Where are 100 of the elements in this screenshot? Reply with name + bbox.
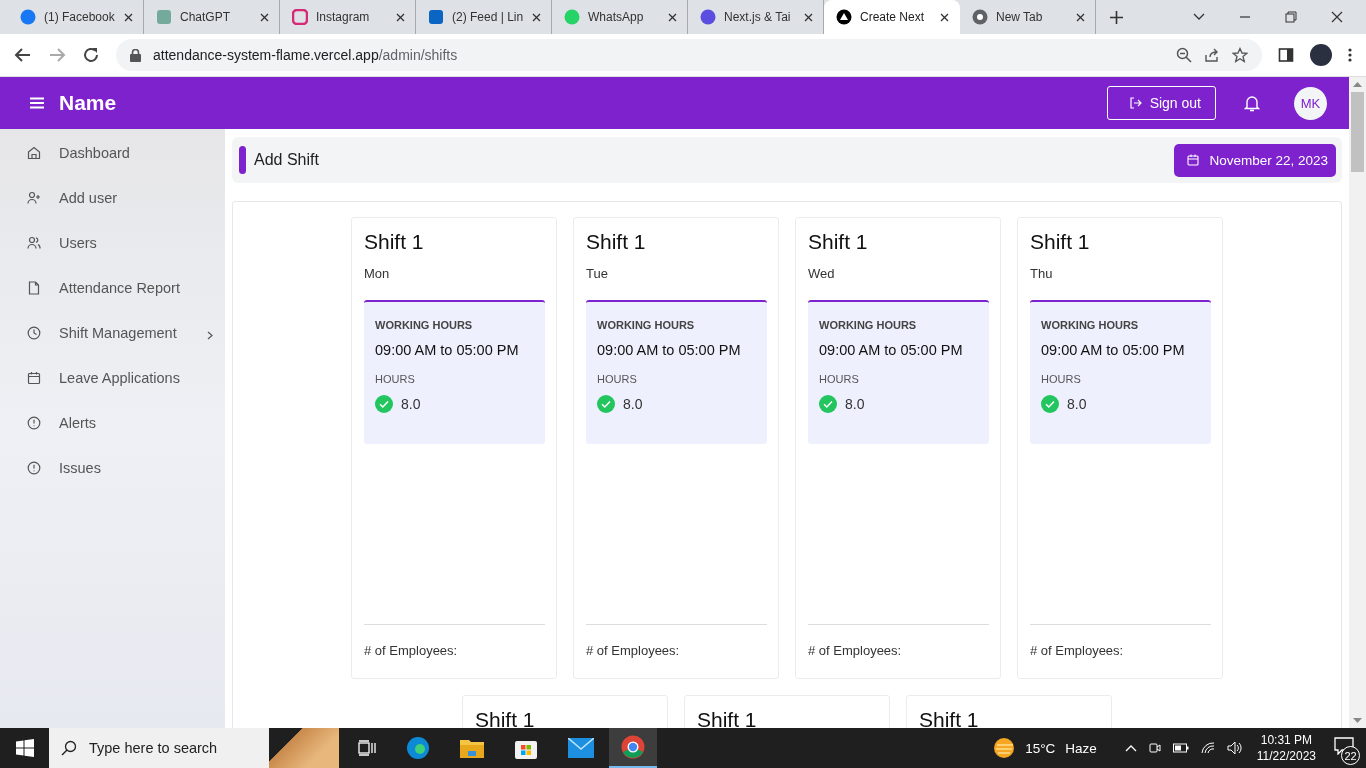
alert-icon: [27, 415, 41, 430]
close-icon[interactable]: [1076, 12, 1085, 22]
brand-name: Name: [59, 91, 117, 115]
chrome-icon: [621, 735, 645, 759]
sidebar-item[interactable]: Users: [0, 220, 225, 265]
more-menu-icon[interactable]: [1348, 47, 1352, 63]
profile-avatar[interactable]: [1310, 44, 1332, 66]
close-icon[interactable]: [804, 12, 813, 22]
address-field[interactable]: attendance-system-flame.vercel.app/admin/shifts: [116, 39, 1262, 71]
folder-icon[interactable]: [460, 738, 484, 758]
calendar-icon: [27, 370, 41, 385]
back-arrow-icon[interactable]: [14, 46, 32, 64]
sidebar-item[interactable]: Leave Applications: [0, 355, 225, 400]
date-button[interactable]: November 22, 2023: [1174, 143, 1336, 177]
weather-sun-icon: [993, 737, 1016, 759]
favicon-icon: [156, 9, 172, 25]
scroll-down-icon[interactable]: [1353, 718, 1362, 723]
user-plus-icon: [27, 190, 41, 205]
hours-label: HOURS: [819, 373, 860, 385]
close-icon[interactable]: [668, 12, 677, 22]
user-avatar[interactable]: MK: [1294, 86, 1327, 120]
clock-date[interactable]: 11/22/2023: [1256, 749, 1316, 763]
windows-start-icon[interactable]: [16, 739, 34, 757]
close-icon[interactable]: [532, 12, 541, 22]
users-icon: [27, 235, 41, 250]
mail-icon[interactable]: [568, 738, 594, 758]
hours-label: HOURS: [375, 373, 416, 385]
hours-label: HOURS: [597, 373, 638, 385]
shift-title: Shift 1: [586, 230, 647, 254]
check-circle-icon: [1041, 395, 1059, 413]
star-icon[interactable]: [1232, 47, 1248, 63]
speaker-icon[interactable]: [1226, 741, 1243, 755]
edge-browser-icon[interactable]: [406, 736, 430, 760]
sidebar-item[interactable]: Add user: [0, 175, 225, 220]
sidebar-item[interactable]: Dashboard: [0, 130, 225, 175]
scrollbar-thumb[interactable]: [1351, 92, 1364, 172]
working-hours-label: WORKING HOURS: [819, 319, 918, 331]
scroll-up-icon[interactable]: [1353, 82, 1362, 87]
hours-value: 8.0: [845, 396, 865, 412]
hours-value: 8.0: [623, 396, 643, 412]
favicon-icon: [564, 9, 580, 25]
shift-title: Shift 1: [808, 230, 869, 254]
new-tab-icon[interactable]: [1110, 10, 1123, 24]
sidebar-item[interactable]: Shift Management: [0, 310, 225, 355]
notification-count: 22: [1341, 746, 1360, 765]
shift-title: Shift 1: [364, 230, 425, 254]
working-hours-text: 09:00 AM to 05:00 PM: [1041, 342, 1186, 358]
employees-label: # of Employees:: [364, 624, 545, 678]
hours-label: HOURS: [1041, 373, 1082, 385]
close-icon[interactable]: [124, 12, 133, 22]
home-icon: [27, 145, 41, 160]
weather-text: Haze: [1065, 740, 1097, 756]
chrome-taskbar-button[interactable]: [609, 728, 657, 768]
alert-icon: [27, 460, 41, 475]
file-icon: [27, 280, 41, 295]
working-hours-text: 09:00 AM to 05:00 PM: [597, 342, 742, 358]
close-icon[interactable]: [396, 12, 405, 22]
working-hours-text: 09:00 AM to 05:00 PM: [819, 342, 964, 358]
camera-icon[interactable]: [1148, 741, 1161, 755]
sign-out-icon: [1129, 97, 1142, 109]
shift-day: Tue: [586, 266, 767, 281]
sidebar-item[interactable]: Attendance Report: [0, 265, 225, 310]
working-hours-label: WORKING HOURS: [375, 319, 474, 331]
close-icon[interactable]: [260, 12, 269, 22]
chevron-up-icon[interactable]: [1124, 744, 1137, 752]
shift-day: Thu: [1030, 266, 1211, 281]
close-icon[interactable]: [940, 12, 949, 22]
clock-time[interactable]: 10:31 PM: [1260, 733, 1313, 747]
zoom-out-icon[interactable]: [1176, 47, 1192, 63]
task-view-icon[interactable]: [358, 740, 376, 756]
sidebar-item[interactable]: Alerts: [0, 400, 225, 445]
restore-icon[interactable]: [1284, 10, 1298, 24]
reload-icon[interactable]: [82, 46, 100, 64]
sign-out-button[interactable]: Sign out: [1106, 86, 1216, 120]
working-hours-label: WORKING HOURS: [597, 319, 696, 331]
scrollbar[interactable]: [1349, 77, 1366, 728]
taskbar-search-field[interactable]: Type here to search: [89, 728, 269, 768]
lock-icon: [130, 48, 141, 62]
calendar-icon: [1187, 154, 1200, 166]
battery-icon[interactable]: [1172, 743, 1189, 753]
close-icon[interactable]: [1330, 10, 1344, 24]
hours-value: 8.0: [401, 396, 421, 412]
share-icon[interactable]: [1204, 47, 1220, 63]
shift-title: Shift 1: [1030, 230, 1091, 254]
menu-icon[interactable]: [30, 97, 44, 109]
employees-label: # of Employees:: [1030, 624, 1211, 678]
working-hours-text: 09:00 AM to 05:00 PM: [375, 342, 520, 358]
notification-bell-icon[interactable]: [1244, 94, 1260, 112]
employees-label: # of Employees:: [586, 624, 767, 678]
shift-title: Shift 1: [475, 708, 536, 728]
favicon-icon: [292, 9, 308, 25]
favicon-icon: [700, 9, 716, 25]
check-circle-icon: [597, 395, 615, 413]
wifi-icon[interactable]: [1200, 742, 1215, 754]
temperature-text: 15°C: [1025, 740, 1056, 756]
browser-tab[interactable]: Create Next: [824, 0, 960, 34]
accent-bar: [239, 146, 246, 174]
sidebar-item[interactable]: Issues: [0, 445, 225, 490]
side-panel-icon[interactable]: [1278, 47, 1294, 63]
favicon-icon: [836, 9, 852, 25]
